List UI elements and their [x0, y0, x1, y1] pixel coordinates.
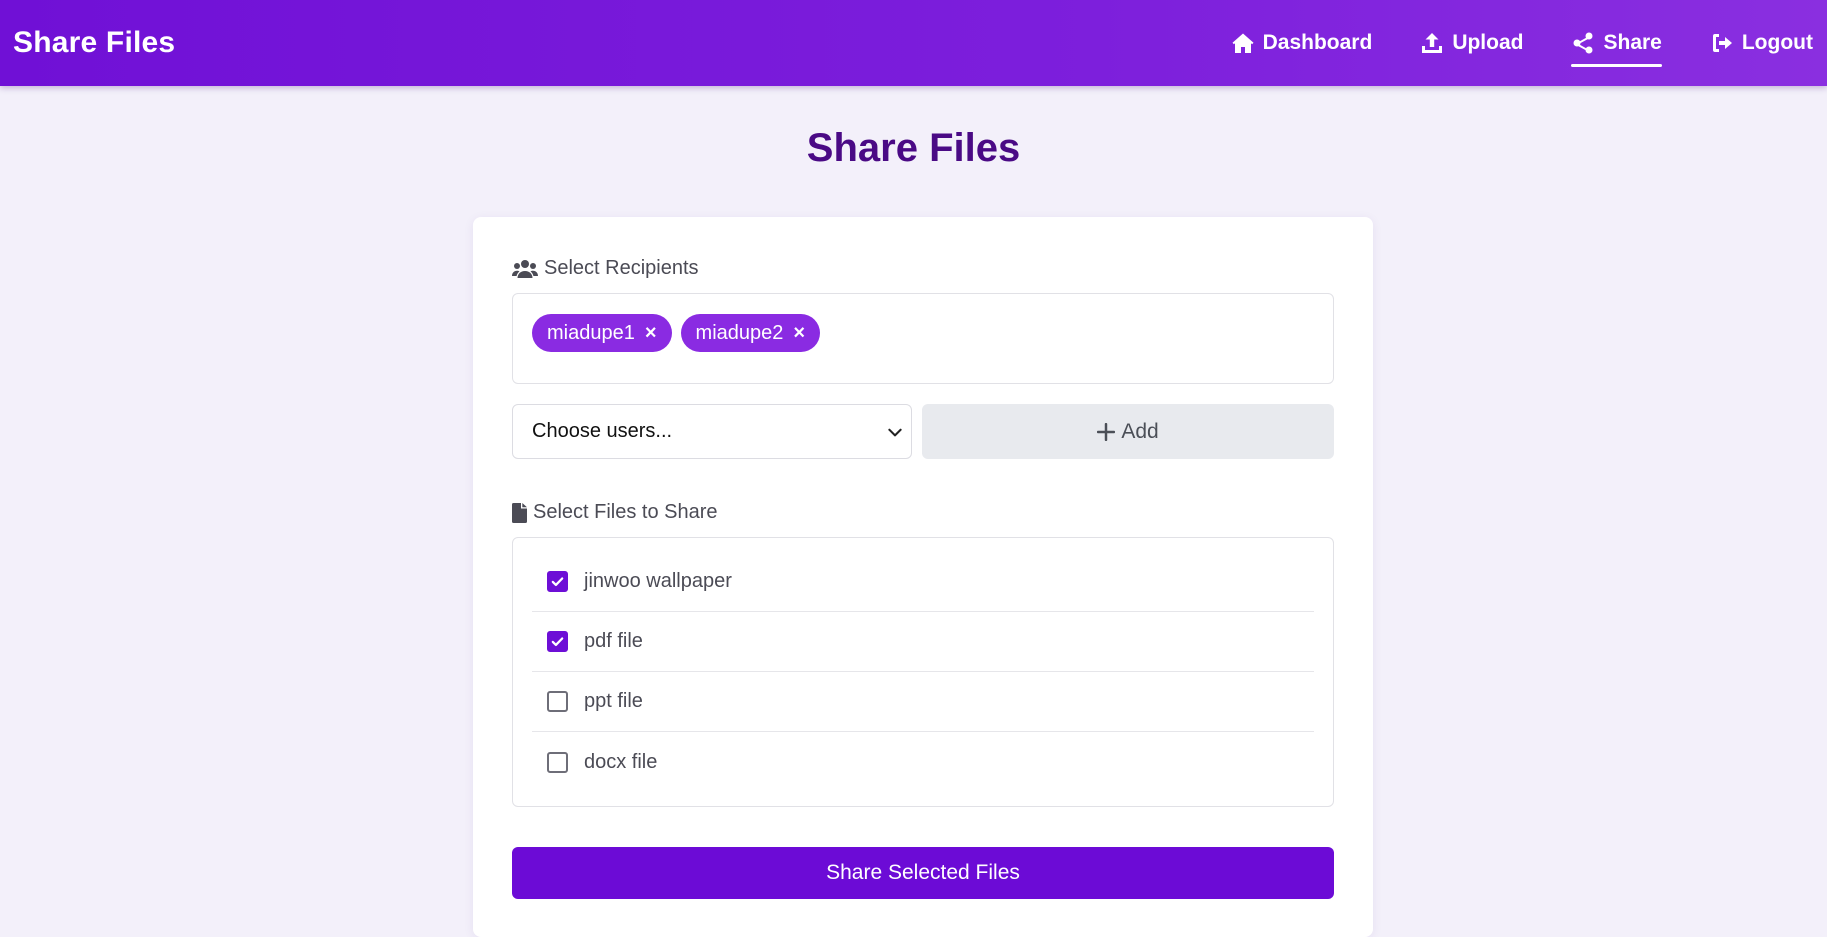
brand-title[interactable]: Share Files: [13, 26, 175, 60]
logout-icon: [1712, 34, 1732, 52]
recipient-chip: miadupe2 ×: [680, 314, 821, 352]
nav-share-label: Share: [1603, 31, 1662, 54]
nav-dashboard-label: Dashboard: [1262, 31, 1373, 54]
file-list-item[interactable]: ppt file: [532, 672, 1314, 732]
add-recipient-label: Add: [1121, 419, 1159, 443]
file-list-item[interactable]: pdf file: [532, 612, 1314, 672]
file-name: pdf file: [584, 630, 643, 652]
selected-recipients-box: miadupe1 × miadupe2 ×: [512, 293, 1334, 384]
share-icon: [1573, 32, 1593, 54]
nav-links: Dashboard Upload Share Logout: [1183, 0, 1813, 86]
nav-upload[interactable]: Upload: [1420, 0, 1523, 86]
check-icon: [551, 577, 564, 587]
file-list-item[interactable]: docx file: [532, 732, 1314, 792]
file-list: jinwoo wallpaper pdf file ppt file docx …: [512, 537, 1334, 807]
nav-upload-label: Upload: [1452, 31, 1524, 54]
recipient-chip: miadupe1 ×: [532, 314, 672, 352]
page-title: Share Files: [806, 126, 1021, 170]
share-selected-files-button[interactable]: Share Selected Files: [512, 847, 1334, 899]
file-checkbox[interactable]: [547, 691, 568, 712]
remove-recipient-icon[interactable]: ×: [793, 322, 805, 345]
recipient-picker-row: Choose users... Add: [512, 404, 1334, 459]
file-name: jinwoo wallpaper: [584, 570, 732, 592]
users-icon: [512, 259, 538, 278]
file-name: ppt file: [584, 690, 643, 712]
nav-logout-label: Logout: [1741, 31, 1813, 54]
recipients-label-text: Select Recipients: [544, 257, 699, 279]
nav-share[interactable]: Share: [1571, 0, 1663, 86]
nav-dashboard[interactable]: Dashboard: [1231, 0, 1373, 86]
files-section-label: Select Files to Share: [512, 501, 1334, 524]
file-checkbox[interactable]: [547, 751, 568, 773]
file-icon: [512, 502, 527, 523]
choose-users-select[interactable]: Choose users...: [512, 404, 912, 459]
file-list-item[interactable]: jinwoo wallpaper: [532, 552, 1314, 612]
recipient-chip-name: miadupe1: [547, 321, 635, 344]
chevron-down-icon: [888, 428, 902, 436]
upload-icon: [1422, 33, 1443, 53]
file-name: docx file: [584, 750, 658, 773]
plus-icon: [1097, 422, 1116, 441]
files-label-text: Select Files to Share: [533, 501, 718, 523]
remove-recipient-icon[interactable]: ×: [645, 322, 657, 345]
recipients-section-label: Select Recipients: [512, 257, 1334, 280]
nav-logout[interactable]: Logout: [1710, 0, 1813, 86]
file-checkbox[interactable]: [547, 631, 568, 652]
top-navbar: Share Files Dashboard Upload Share Logou…: [0, 0, 1827, 86]
home-icon: [1232, 33, 1254, 53]
add-recipient-button[interactable]: Add: [922, 404, 1334, 459]
file-checkbox[interactable]: [547, 571, 568, 592]
choose-users-select-value: Choose users...: [532, 420, 673, 442]
check-icon: [551, 637, 564, 647]
share-form-card: Select Recipients miadupe1 × miadupe2 × …: [473, 217, 1373, 937]
recipient-chip-name: miadupe2: [695, 321, 784, 344]
